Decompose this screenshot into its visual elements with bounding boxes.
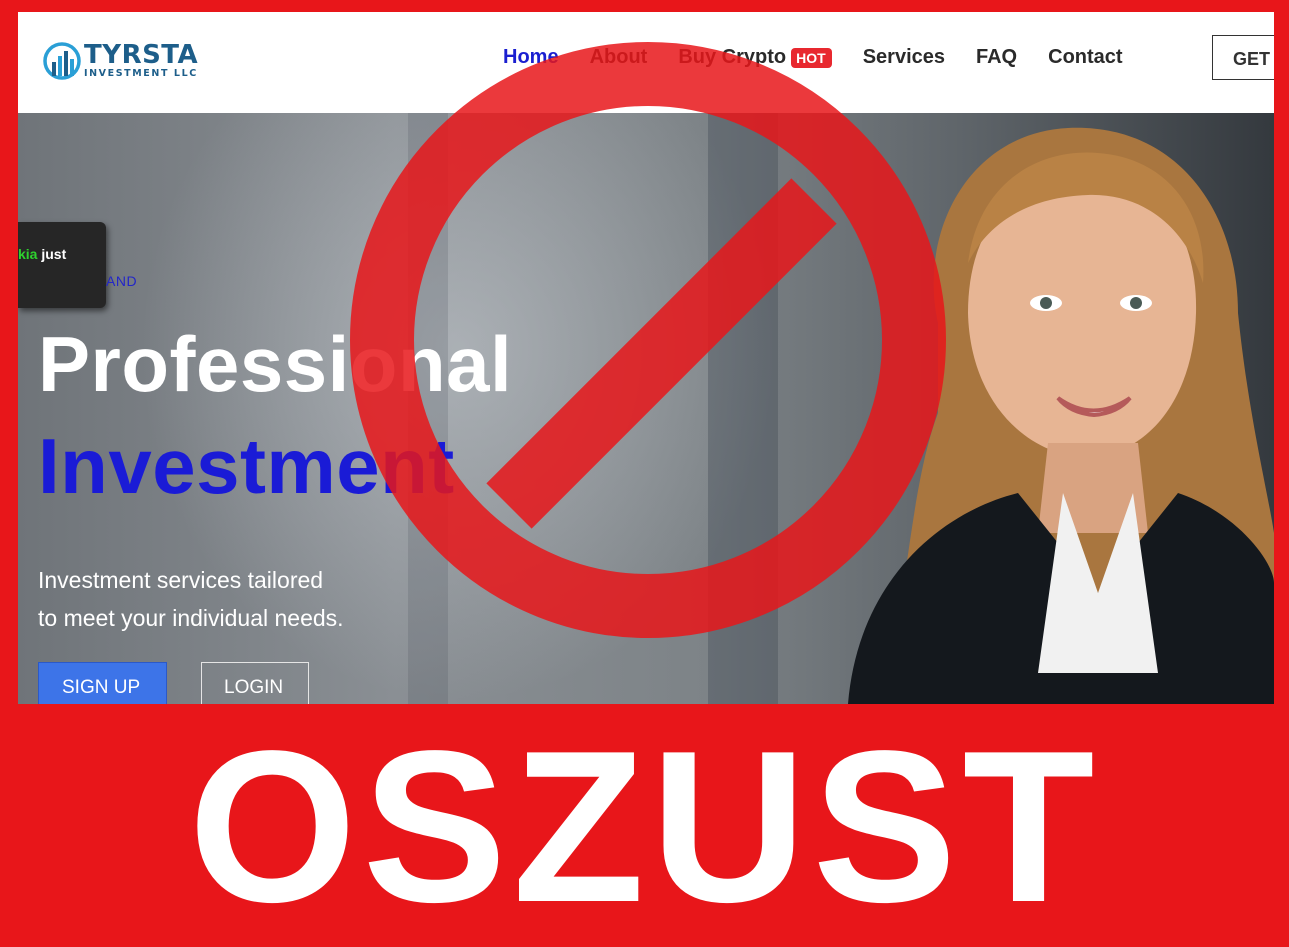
nav-faq[interactable]: FAQ [976, 46, 1017, 69]
logo-globe-icon [43, 42, 81, 80]
nav-contact[interactable]: Contact [1048, 46, 1122, 69]
login-button[interactable]: LOGIN [201, 662, 309, 704]
toast-user-name: kia [18, 246, 38, 262]
brand-name: TYRSTA [84, 39, 199, 70]
hero-description-line: to meet your individual needs. [38, 605, 344, 631]
hero-description: Investment services tailored to meet you… [38, 561, 344, 637]
brand-subtitle: INVESTMENT LLC [84, 67, 198, 79]
hero-description-line: Investment services tailored [38, 567, 324, 593]
toast-message: kia just [18, 246, 66, 262]
toast-action: just [41, 246, 67, 262]
logo-text: TYRSTA INVESTMENT LLC [84, 42, 198, 79]
ban-sign-icon [350, 42, 946, 638]
notification-toast[interactable]: kia just [18, 222, 106, 308]
get-started-button[interactable]: GET S [1212, 35, 1274, 80]
brand-logo[interactable]: TYRSTA INVESTMENT LLC [42, 38, 198, 82]
scam-warning-text: OSZUST [188, 705, 1101, 947]
sign-up-button[interactable]: SIGN UP [38, 662, 167, 704]
hero-tagline: AND [106, 273, 138, 289]
